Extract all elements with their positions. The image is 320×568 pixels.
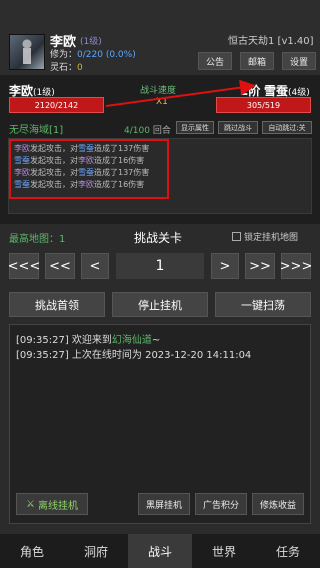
highest-map-label: 最高地图：1 — [9, 234, 66, 245]
lock-map-row[interactable]: 锁定挂机地图 — [232, 230, 298, 243]
enemy-combatant-label: 雪蚕 — [264, 84, 289, 98]
offline-idle-button[interactable]: ⚔ 离线挂机 — [16, 493, 88, 515]
settings-button[interactable]: 设置 — [282, 52, 316, 70]
player-hp-bar: 2120/2142 — [9, 97, 104, 113]
lock-map-checkbox[interactable] — [232, 232, 241, 241]
notice-button[interactable]: 公告 — [198, 52, 232, 70]
stage-last-button[interactable]: >>> — [280, 253, 312, 279]
log-highlight-box — [9, 139, 169, 199]
avatar-figure-icon — [18, 38, 36, 68]
spirit-stone-label: 灵石： — [50, 63, 78, 73]
spirit-stone-value: 0 — [77, 63, 83, 73]
stop-idle-button[interactable]: 停止挂机 — [112, 292, 208, 317]
stage-prev-button[interactable]: < — [81, 253, 109, 279]
spirit-stone-row: 灵石：0 — [50, 60, 83, 73]
cultivation-row: 修为：0/220 (0.0%) — [50, 47, 136, 60]
challenge-stage-title: 挑战关卡 — [134, 231, 183, 245]
message-text: 欢迎来到 — [71, 335, 112, 346]
message-suffix: ~ — [151, 335, 161, 346]
attack-arrow-icon — [105, 80, 256, 107]
tab-角色[interactable]: 角色 — [0, 534, 64, 568]
challenge-boss-button[interactable]: 挑战首领 — [9, 292, 105, 317]
tab-任务[interactable]: 任务 — [256, 534, 320, 568]
cultivation-income-button[interactable]: 修炼收益 — [252, 493, 304, 515]
skip-battle-button[interactable]: 跳过战斗 — [218, 121, 258, 134]
auto-skip-toggle[interactable]: 自动跳过:关 — [262, 121, 312, 134]
message-line: [09:35:27] 欢迎来到幻海仙道~ — [16, 333, 251, 348]
round-counter: 4/100 回合 — [124, 123, 171, 136]
mail-button[interactable]: 邮箱 — [240, 52, 274, 70]
message-highlight: 幻海仙道 — [111, 335, 152, 346]
message-time: [09:35:27] — [16, 335, 72, 346]
tab-洞府[interactable]: 洞府 — [64, 534, 128, 568]
current-stage-display: 1 — [116, 253, 204, 279]
crossed-swords-icon: ⚔ — [26, 498, 35, 510]
round-current: 4/100 — [124, 126, 150, 136]
server-name: 恒古天劫1 [v1.40] — [228, 36, 314, 47]
cultivation-value: 0/220 (0.0%) — [77, 50, 136, 60]
offline-idle-label: 离线挂机 — [37, 500, 78, 512]
map-name: 无尽海域[1] — [9, 125, 64, 136]
stage-prev10-button[interactable]: << — [45, 253, 75, 279]
show-attributes-button[interactable]: 显示属性 — [176, 121, 214, 134]
cultivation-label: 修为： — [50, 50, 78, 60]
tab-战斗[interactable]: 战斗 — [128, 534, 192, 568]
one-click-sweep-button[interactable]: 一键扫荡 — [215, 292, 311, 317]
ad-points-button[interactable]: 广告积分 — [195, 493, 247, 515]
stage-first-button[interactable]: <<< — [8, 253, 40, 279]
round-label: 回合 — [152, 126, 171, 136]
player-level: (1级) — [80, 37, 102, 47]
blackscreen-idle-button[interactable]: 黑屏挂机 — [138, 493, 190, 515]
stage-next-button[interactable]: > — [211, 253, 239, 279]
message-list: [09:35:27] 欢迎来到幻海仙道~ [09:35:27] 上次在线时间为 2… — [16, 333, 251, 363]
message-text: 上次在线时间为 2023-12-20 14:11:04 — [71, 350, 252, 361]
bottom-nav: 角色 洞府 战斗 世界 任务 — [0, 534, 320, 568]
lock-map-label: 锁定挂机地图 — [244, 233, 299, 243]
message-time: [09:35:27] — [16, 350, 72, 361]
message-line: [09:35:27] 上次在线时间为 2023-12-20 14:11:04 — [16, 348, 251, 363]
player-combatant-label: 李欧 — [9, 84, 34, 98]
stage-next10-button[interactable]: >> — [245, 253, 275, 279]
tab-世界[interactable]: 世界 — [192, 534, 256, 568]
